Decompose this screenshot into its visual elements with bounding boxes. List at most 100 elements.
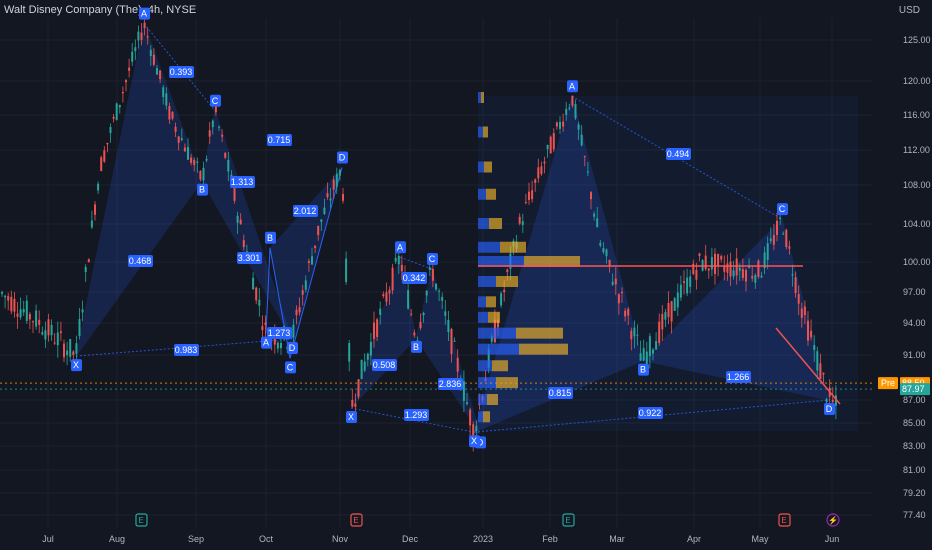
candle-body <box>462 381 465 401</box>
candle-body <box>171 111 174 119</box>
pattern-point-label: X <box>469 435 480 448</box>
candle-body <box>686 277 689 294</box>
event-marker-text: E <box>565 516 570 525</box>
candle-body <box>636 334 639 336</box>
candle-body <box>534 179 537 183</box>
pattern-ratio-label: 2.836 <box>438 378 463 390</box>
candle-body <box>617 294 620 304</box>
candle-body <box>369 341 372 356</box>
pattern-ratio-text: 0.715 <box>268 135 291 145</box>
candle-body <box>797 294 800 304</box>
candle-body <box>807 320 809 341</box>
pattern-ratio-text: 0.494 <box>667 149 690 159</box>
candle-body <box>301 290 304 295</box>
candle-body <box>78 318 81 336</box>
time-tick-label: Nov <box>332 534 349 544</box>
volume-profile-bar-up <box>478 126 483 138</box>
pattern-point-text: B <box>413 342 419 352</box>
candle-body <box>357 379 360 397</box>
candle-body <box>596 218 599 228</box>
pattern-ratio-label: 0.494 <box>666 148 691 160</box>
candle-body <box>28 314 31 320</box>
candle-body <box>202 167 205 181</box>
candle-body <box>710 256 713 270</box>
pattern-point-text: C <box>287 362 294 372</box>
candle-body <box>304 280 307 290</box>
candle-body <box>66 350 69 356</box>
candle-body <box>32 321 34 323</box>
candle-body <box>729 261 732 277</box>
candle-body <box>348 343 351 362</box>
candle-body <box>35 310 38 327</box>
pattern-ratio-text: 0.342 <box>403 273 426 283</box>
volume-profile-bar-down <box>487 394 498 405</box>
pattern-ratio-label: 0.983 <box>174 344 199 356</box>
time-tick-label: May <box>751 534 769 544</box>
candle-body <box>373 322 375 340</box>
volume-profile-bar-down <box>484 161 492 173</box>
candle-body <box>816 351 819 371</box>
price-tick-label: 116.00 <box>903 110 930 120</box>
candle-body <box>59 331 62 333</box>
pattern-ratio-text: 0.922 <box>639 408 662 418</box>
pattern-ratio-label: 0.468 <box>128 255 153 267</box>
candle-body <box>648 336 651 357</box>
candle-body <box>236 215 239 223</box>
candle-body <box>413 332 416 336</box>
volume-profile-bar-up <box>478 327 516 339</box>
candle-body <box>379 308 382 316</box>
candle-body <box>128 67 131 71</box>
pattern-point-label: B <box>638 363 649 376</box>
candle-body <box>791 274 794 276</box>
candle-body <box>376 319 379 337</box>
event-marker-text: E <box>353 516 358 525</box>
volume-profile-bar-up <box>478 394 487 405</box>
price-badge-label: Pre <box>881 378 895 388</box>
candle-body <box>717 253 720 266</box>
candle-body <box>385 292 388 302</box>
time-tick-label: Jul <box>42 534 54 544</box>
pattern-point-label: A <box>261 336 272 349</box>
candle-body <box>13 298 16 312</box>
candle-body <box>174 126 177 132</box>
candle-body <box>264 322 267 325</box>
volume-profile-bar-down <box>483 126 488 138</box>
candle-body <box>72 351 75 356</box>
volume-profile-bar-up <box>478 92 481 103</box>
volume-profile-bar-up <box>478 360 492 372</box>
volume-profile-bar-up <box>478 311 488 323</box>
candle-body <box>608 259 611 266</box>
candle-body <box>562 121 565 127</box>
pattern-ratio-label: 0.815 <box>548 387 573 399</box>
pattern-point-label: X <box>71 359 82 372</box>
candle-body <box>741 269 744 278</box>
candle-body <box>704 255 707 270</box>
price-tick-label: 87.00 <box>903 395 926 405</box>
pattern-ratio-label: 3.301 <box>237 252 262 264</box>
event-markers: E E E E ⚡ <box>135 513 840 527</box>
candle-body <box>453 340 456 342</box>
candle-body <box>425 290 428 296</box>
candle-body <box>726 263 729 273</box>
pattern-ratio-text: 1.273 <box>268 328 291 338</box>
candle-body <box>633 327 636 337</box>
pattern-ratio-label: 2.012 <box>293 205 318 217</box>
candle-body <box>679 284 682 298</box>
candle-body <box>69 339 72 357</box>
candle-body <box>565 108 568 116</box>
candle-body <box>103 150 106 162</box>
pattern-ratio-text: 3.301 <box>238 253 261 263</box>
candle-body <box>332 179 335 190</box>
candle-body <box>1 292 3 294</box>
candle-body <box>670 301 673 322</box>
pattern-point-text: X <box>471 436 477 446</box>
candle-body <box>831 399 834 402</box>
candle-body <box>661 314 664 330</box>
pattern-point-text: A <box>263 338 269 348</box>
candle-body <box>311 256 313 265</box>
price-chart[interactable]: XABCD0.3930.7150.4680.9831.2733.301ABCD1… <box>0 0 932 550</box>
candle-body <box>345 258 348 282</box>
candle-body <box>676 292 679 308</box>
candle-body <box>698 253 701 256</box>
candle-body <box>131 51 134 62</box>
